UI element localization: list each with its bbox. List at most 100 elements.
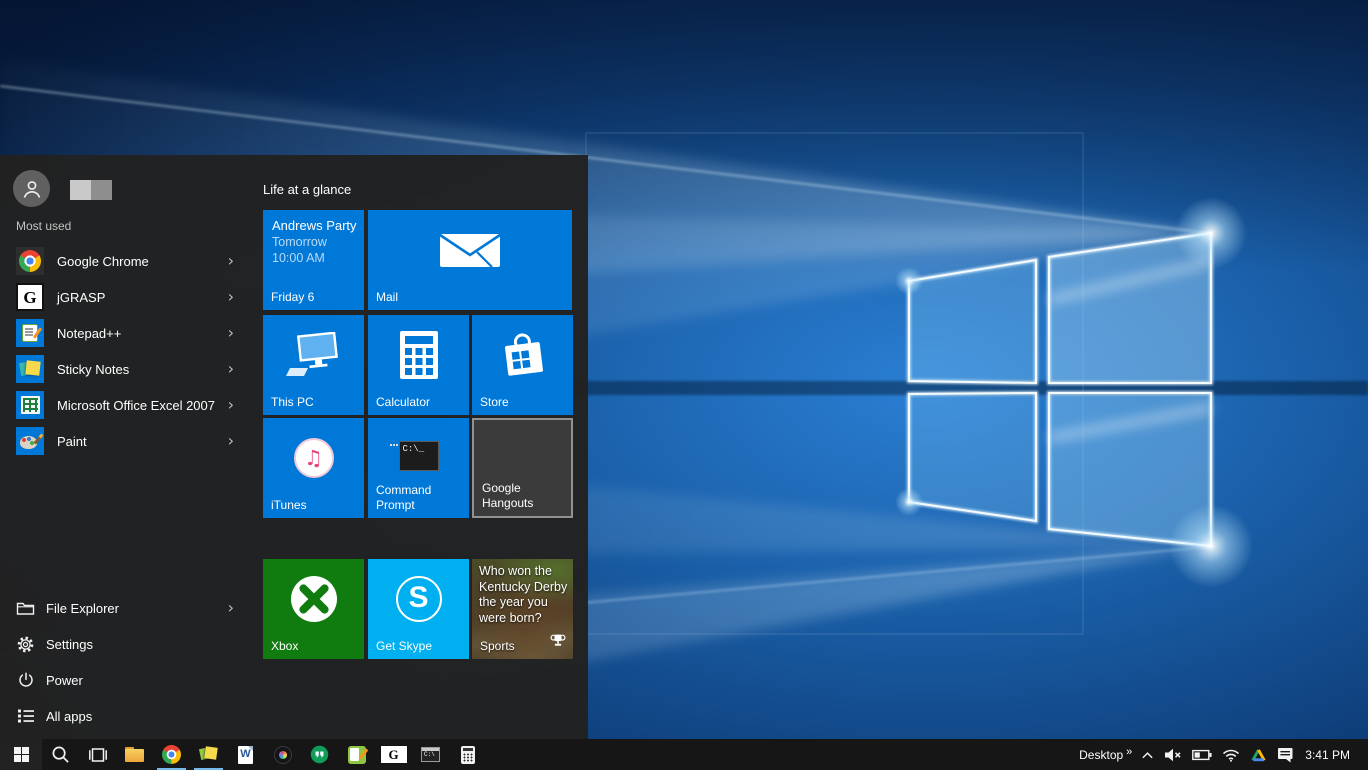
gear-icon bbox=[16, 635, 35, 654]
start-button[interactable] bbox=[0, 739, 42, 770]
hangouts-quote-icon bbox=[310, 745, 329, 764]
tile-command-prompt[interactable]: C:\_ Command Prompt bbox=[368, 418, 469, 518]
taskbar-notepad-plus-plus[interactable] bbox=[338, 739, 375, 770]
tile-label: Get Skype bbox=[376, 639, 464, 654]
person-icon bbox=[21, 178, 43, 200]
chevron-right-icon[interactable]: › bbox=[228, 325, 234, 341]
camera-lens-icon bbox=[274, 746, 292, 764]
desktop-toolbar[interactable]: Desktop » bbox=[1074, 739, 1136, 770]
tile-get-skype[interactable]: S Get Skype bbox=[368, 559, 469, 659]
sticky-notes-icon bbox=[200, 746, 217, 763]
tile-label: Command Prompt bbox=[376, 483, 464, 513]
chevron-right-icon[interactable]: › bbox=[228, 253, 234, 269]
tile-calculator[interactable]: Calculator bbox=[368, 315, 469, 415]
search-button[interactable] bbox=[42, 739, 79, 770]
xbox-sphere-icon bbox=[291, 576, 337, 622]
menu-item-jgrasp[interactable]: G jGRASP › bbox=[0, 279, 250, 315]
task-view-icon bbox=[88, 747, 108, 763]
paint-palette-icon bbox=[16, 427, 44, 455]
volume-button[interactable] bbox=[1159, 739, 1187, 770]
tile-label: This PC bbox=[271, 395, 359, 410]
word-icon: W bbox=[238, 746, 253, 764]
menu-item-notepad-plus-plus[interactable]: Notepad++ › bbox=[0, 315, 250, 351]
chrome-icon bbox=[16, 247, 44, 275]
taskbar-file-explorer[interactable] bbox=[116, 739, 153, 770]
notepad-plus-plus-icon bbox=[348, 746, 366, 764]
tile-itunes[interactable]: ♫ iTunes bbox=[263, 418, 364, 518]
menu-item-excel-2007[interactable]: Microsoft Office Excel 2007 › bbox=[0, 387, 250, 423]
menu-item-sticky-notes[interactable]: Sticky Notes › bbox=[0, 351, 250, 387]
taskbar-lens-app[interactable] bbox=[264, 739, 301, 770]
taskbar-chrome[interactable] bbox=[153, 739, 190, 770]
tile-google-hangouts[interactable]: Google Hangouts bbox=[472, 418, 573, 518]
taskbar: W G C:\ Desktop » bbox=[0, 739, 1368, 770]
system-tray: Desktop » bbox=[1074, 739, 1368, 770]
skype-s-icon: S bbox=[396, 576, 442, 622]
excel-icon bbox=[16, 391, 44, 419]
battery-button[interactable] bbox=[1187, 739, 1217, 770]
power-icon bbox=[16, 671, 35, 690]
windows-logo-icon bbox=[14, 747, 29, 762]
tile-sports[interactable]: Who won the Kentucky Derby the year you … bbox=[472, 559, 573, 659]
jgrasp-icon: G bbox=[380, 745, 408, 764]
calculator-icon bbox=[399, 330, 439, 380]
menu-item-google-chrome[interactable]: Google Chrome › bbox=[0, 243, 250, 279]
taskbar-sticky-notes[interactable] bbox=[190, 739, 227, 770]
chevron-right-icon[interactable]: › bbox=[228, 397, 234, 413]
user-avatar[interactable] bbox=[13, 170, 50, 207]
taskbar-command-prompt[interactable]: C:\ bbox=[412, 739, 449, 770]
user-name-redacted bbox=[70, 180, 112, 200]
itunes-music-note-icon: ♫ bbox=[294, 438, 334, 478]
sticky-notes-icon bbox=[16, 355, 44, 383]
file-explorer-icon bbox=[125, 747, 145, 763]
task-view-button[interactable] bbox=[79, 739, 116, 770]
tile-store[interactable]: Store bbox=[472, 315, 573, 415]
wifi-icon bbox=[1222, 748, 1240, 762]
tile-mail[interactable]: Mail bbox=[368, 210, 572, 310]
tile-xbox[interactable]: Xbox bbox=[263, 559, 364, 659]
taskbar-hangouts[interactable] bbox=[301, 739, 338, 770]
chevron-right-icon[interactable]: › bbox=[228, 433, 234, 449]
network-button[interactable] bbox=[1217, 739, 1245, 770]
monitor-icon bbox=[286, 332, 342, 378]
chevron-right-icon[interactable]: › bbox=[228, 361, 234, 377]
taskbar-word[interactable]: W bbox=[227, 739, 264, 770]
trophy-icon bbox=[550, 633, 566, 653]
tile-label: Xbox bbox=[271, 639, 359, 654]
tile-label: Store bbox=[480, 395, 568, 410]
menu-item-settings[interactable]: Settings bbox=[0, 626, 250, 662]
show-hidden-icons-button[interactable] bbox=[1136, 739, 1159, 770]
overflow-chevrons-icon[interactable]: » bbox=[1126, 746, 1131, 758]
command-prompt-icon: C:\ bbox=[421, 747, 440, 762]
sports-headline: Who won the Kentucky Derby the year you … bbox=[479, 564, 570, 626]
action-center-button[interactable] bbox=[1272, 739, 1299, 770]
search-icon bbox=[51, 745, 70, 764]
taskbar-calculator[interactable] bbox=[449, 739, 486, 770]
google-drive-tray[interactable] bbox=[1245, 739, 1272, 770]
taskbar-clock[interactable]: 3:41 PM bbox=[1299, 739, 1356, 770]
command-window-icon: C:\_ bbox=[399, 441, 439, 471]
chevron-right-icon[interactable]: › bbox=[228, 600, 234, 616]
jgrasp-icon: G bbox=[16, 283, 44, 311]
menu-item-paint[interactable]: Paint › bbox=[0, 423, 250, 459]
tile-label: Mail bbox=[376, 290, 567, 305]
start-menu: Most used Google Chrome › G jGRASP › Not… bbox=[0, 155, 588, 739]
tile-this-pc[interactable]: This PC bbox=[263, 315, 364, 415]
taskbar-jgrasp[interactable]: G bbox=[375, 739, 412, 770]
chevron-up-icon bbox=[1141, 750, 1154, 760]
calculator-icon bbox=[461, 746, 475, 764]
menu-item-all-apps[interactable]: All apps bbox=[0, 698, 250, 734]
tiles-group-header: Life at a glance bbox=[263, 182, 351, 197]
menu-item-file-explorer[interactable]: File Explorer › bbox=[0, 590, 250, 626]
store-bag-icon bbox=[499, 330, 547, 380]
menu-item-power[interactable]: Power bbox=[0, 662, 250, 698]
all-apps-list-icon bbox=[16, 707, 35, 726]
chevron-right-icon[interactable]: › bbox=[228, 289, 234, 305]
tile-label: Friday 6 bbox=[271, 290, 359, 305]
most-used-list: Google Chrome › G jGRASP › Notepad++ › S… bbox=[0, 243, 250, 459]
drive-icon bbox=[1250, 747, 1267, 763]
volume-muted-icon bbox=[1164, 748, 1182, 762]
system-list: File Explorer › Settings Power bbox=[0, 590, 250, 734]
tile-calendar[interactable]: Andrews Party Tomorrow 10:00 AM Friday 6 bbox=[263, 210, 364, 310]
chrome-icon bbox=[162, 745, 181, 764]
